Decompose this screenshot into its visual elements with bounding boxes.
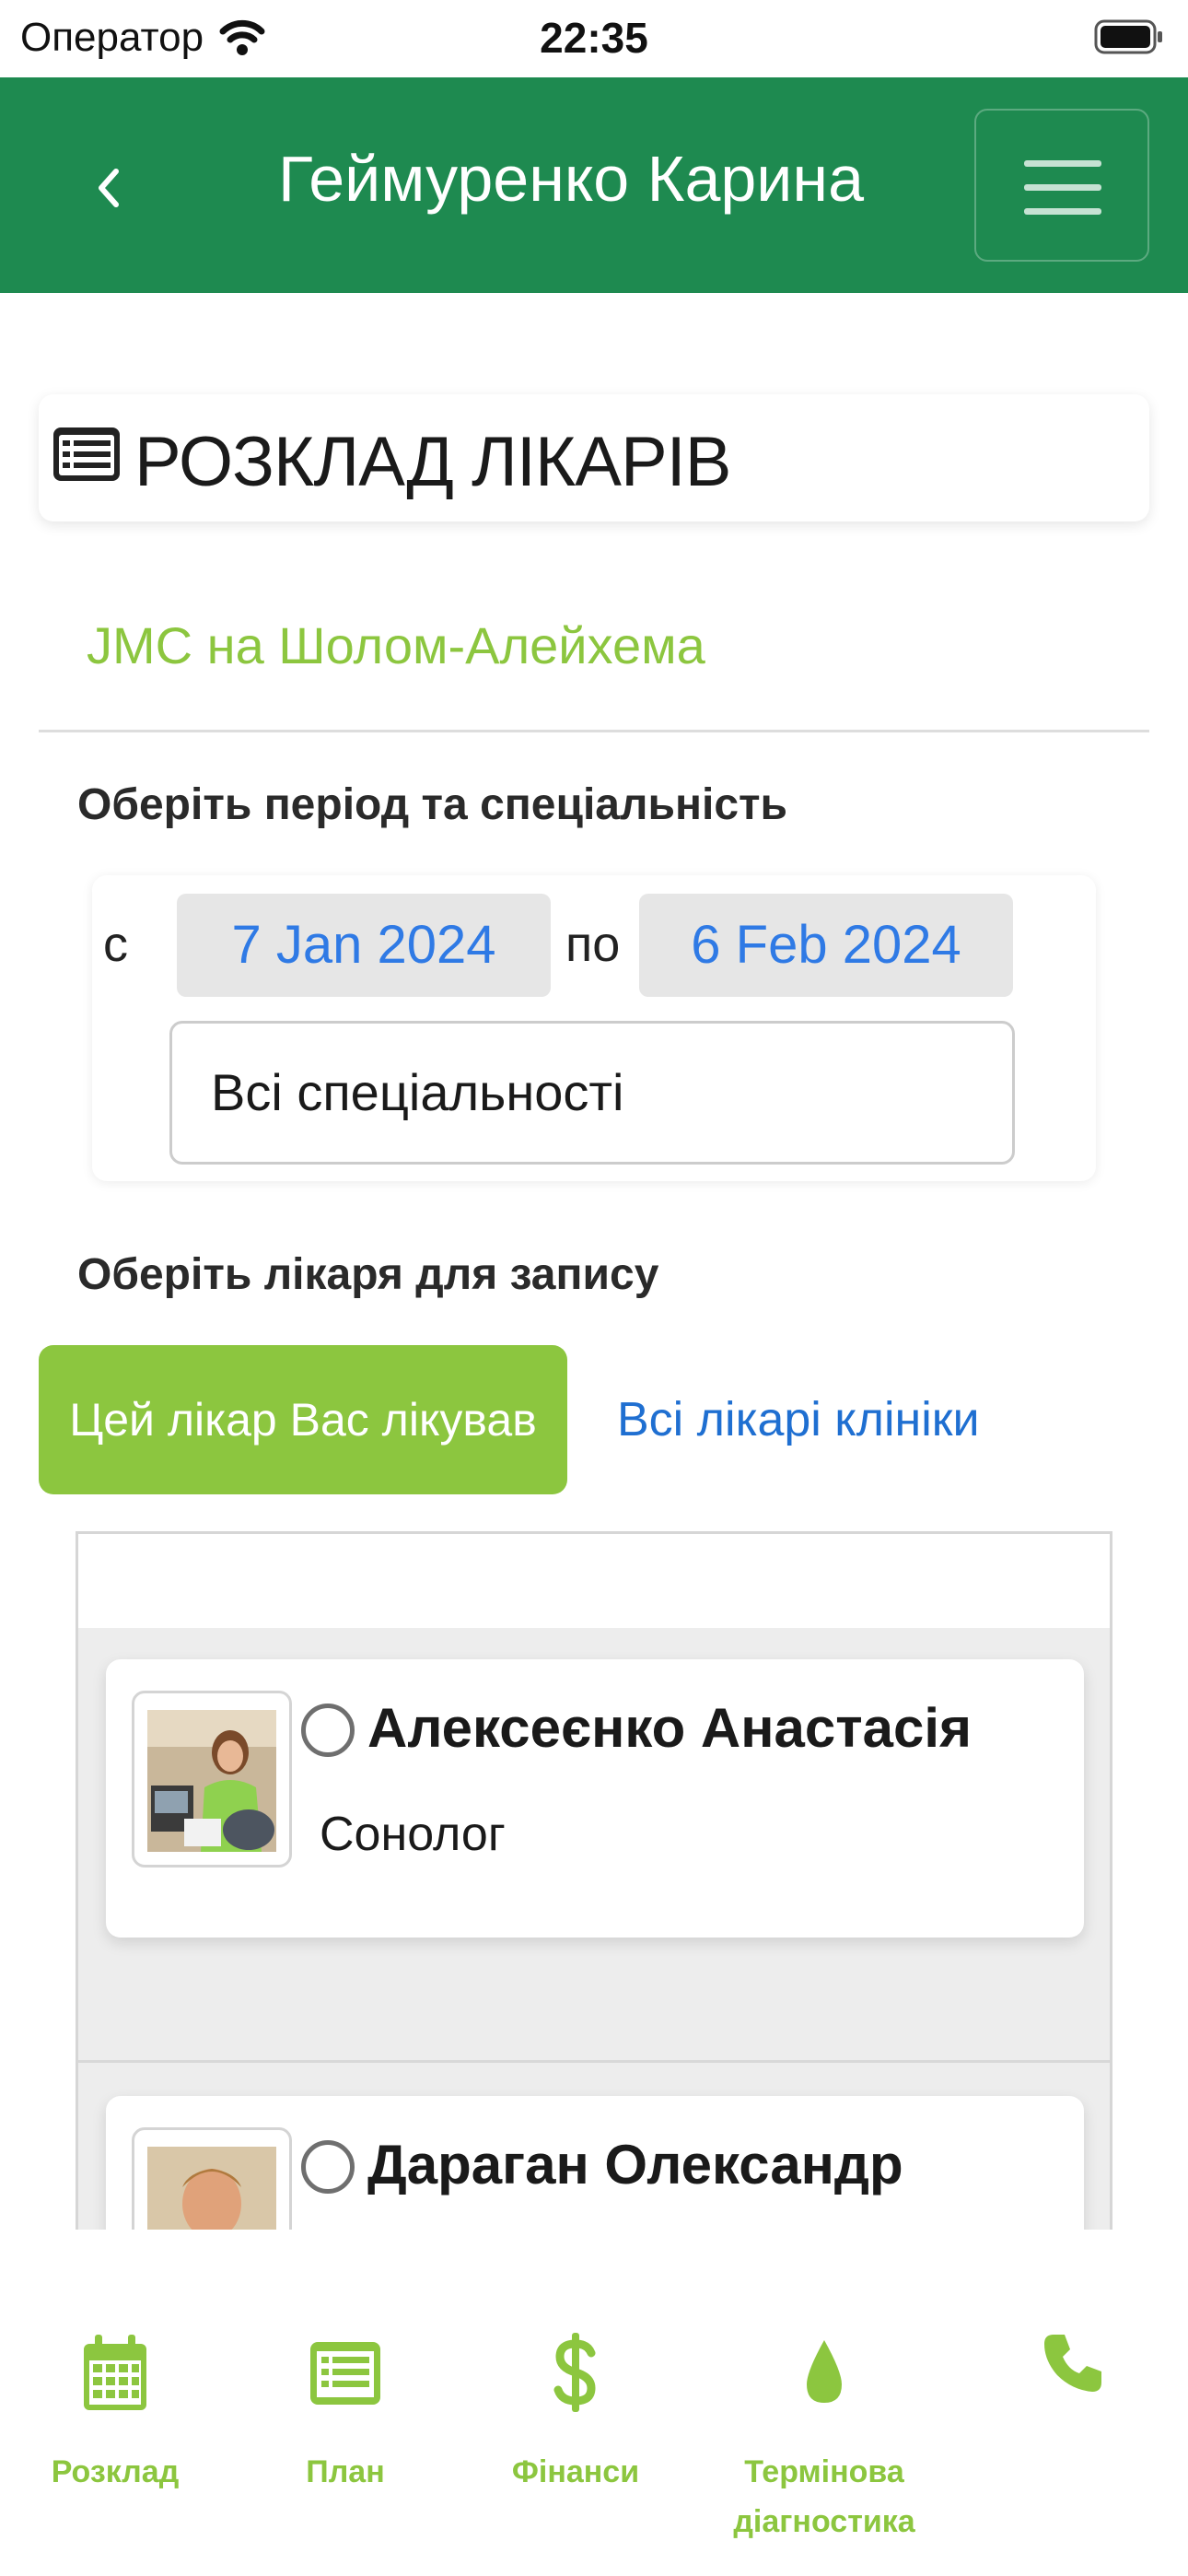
divider — [39, 730, 1149, 732]
page-title: РОЗКЛАД ЛІКАРІВ — [134, 423, 731, 501]
speciality-select[interactable]: Всі спеціальності — [169, 1021, 1015, 1165]
battery-icon — [1094, 19, 1162, 54]
calendar-icon — [84, 2335, 146, 2410]
doctor-photo — [132, 2127, 292, 2231]
tab-all-doctors[interactable]: Всі лікарі клініки — [617, 1345, 980, 1494]
drop-icon — [807, 2340, 842, 2403]
nav-label-finance: Фінанси — [511, 2454, 640, 2489]
period-card: с 7 Jan 2024 по 6 Feb 2024 Всі спеціальн… — [92, 875, 1096, 1181]
patient-name-title: Геймуренко Карина — [277, 143, 864, 215]
menu-icon — [1024, 160, 1101, 167]
doctor-radio[interactable] — [301, 1704, 355, 1757]
doctor-photo — [132, 1691, 292, 1868]
to-label: по — [565, 917, 621, 972]
doctor-section-label: Оберіть лікаря для запису — [77, 1250, 659, 1299]
nav-item-call[interactable] — [958, 2230, 1188, 2576]
list-icon — [310, 2342, 380, 2405]
dollar-icon — [553, 2333, 596, 2412]
to-date-picker[interactable]: 6 Feb 2024 — [639, 894, 1013, 997]
doctor-speciality: Сонолог — [320, 1808, 506, 1861]
nav-item-finance[interactable]: Фінанси — [460, 2230, 691, 2576]
list-alt-icon — [53, 427, 120, 481]
nav-item-plan[interactable]: План — [230, 2230, 460, 2576]
doctor-photo-image — [147, 1710, 276, 1852]
menu-icon-line — [1024, 184, 1101, 191]
bottom-nav: Розклад План Фінанси Термінова діагности… — [0, 2230, 1188, 2576]
page-title-card: РОЗКЛАД ЛІКАРІВ — [39, 394, 1149, 521]
nav-item-urgent-diagnostics[interactable]: Термінова діагностика — [709, 2230, 939, 2576]
doctor-list: Алексеєнко Анастасія Сонолог Дараган Оле… — [76, 1531, 1112, 2231]
period-section-label: Оберіть період та спеціальність — [77, 780, 788, 829]
doctor-radio[interactable] — [301, 2140, 355, 2194]
phone-icon — [1044, 2335, 1101, 2392]
menu-icon-line — [1024, 208, 1101, 215]
menu-button[interactable] — [974, 109, 1149, 262]
doctor-name: Алексеєнко Анастасія — [367, 1697, 973, 1759]
nav-item-schedule[interactable]: Розклад — [0, 2230, 230, 2576]
doctor-card[interactable]: Дараган Олександр — [106, 2096, 1084, 2231]
status-bar: Оператор 22:35 — [0, 0, 1188, 77]
clinic-name[interactable]: JMC на Шолом-Алейхема — [87, 615, 705, 675]
doctor-photo-image — [147, 2147, 276, 2231]
status-time: 22:35 — [540, 14, 648, 62]
from-date-picker[interactable]: 7 Jan 2024 — [177, 894, 551, 997]
from-label: с — [103, 917, 128, 972]
app-header: Геймуренко Карина — [0, 77, 1188, 293]
doctor-card[interactable]: Алексеєнко Анастасія Сонолог — [106, 1659, 1084, 1938]
nav-label-urgent-diagnostics: Термінова діагностика — [733, 2454, 915, 2539]
list-spacer — [78, 1534, 1110, 1628]
tab-treated-doctors[interactable]: Цей лікар Вас лікував — [39, 1345, 567, 1494]
nav-label-plan: План — [306, 2454, 385, 2489]
doctor-name: Дараган Олександр — [367, 2134, 903, 2195]
